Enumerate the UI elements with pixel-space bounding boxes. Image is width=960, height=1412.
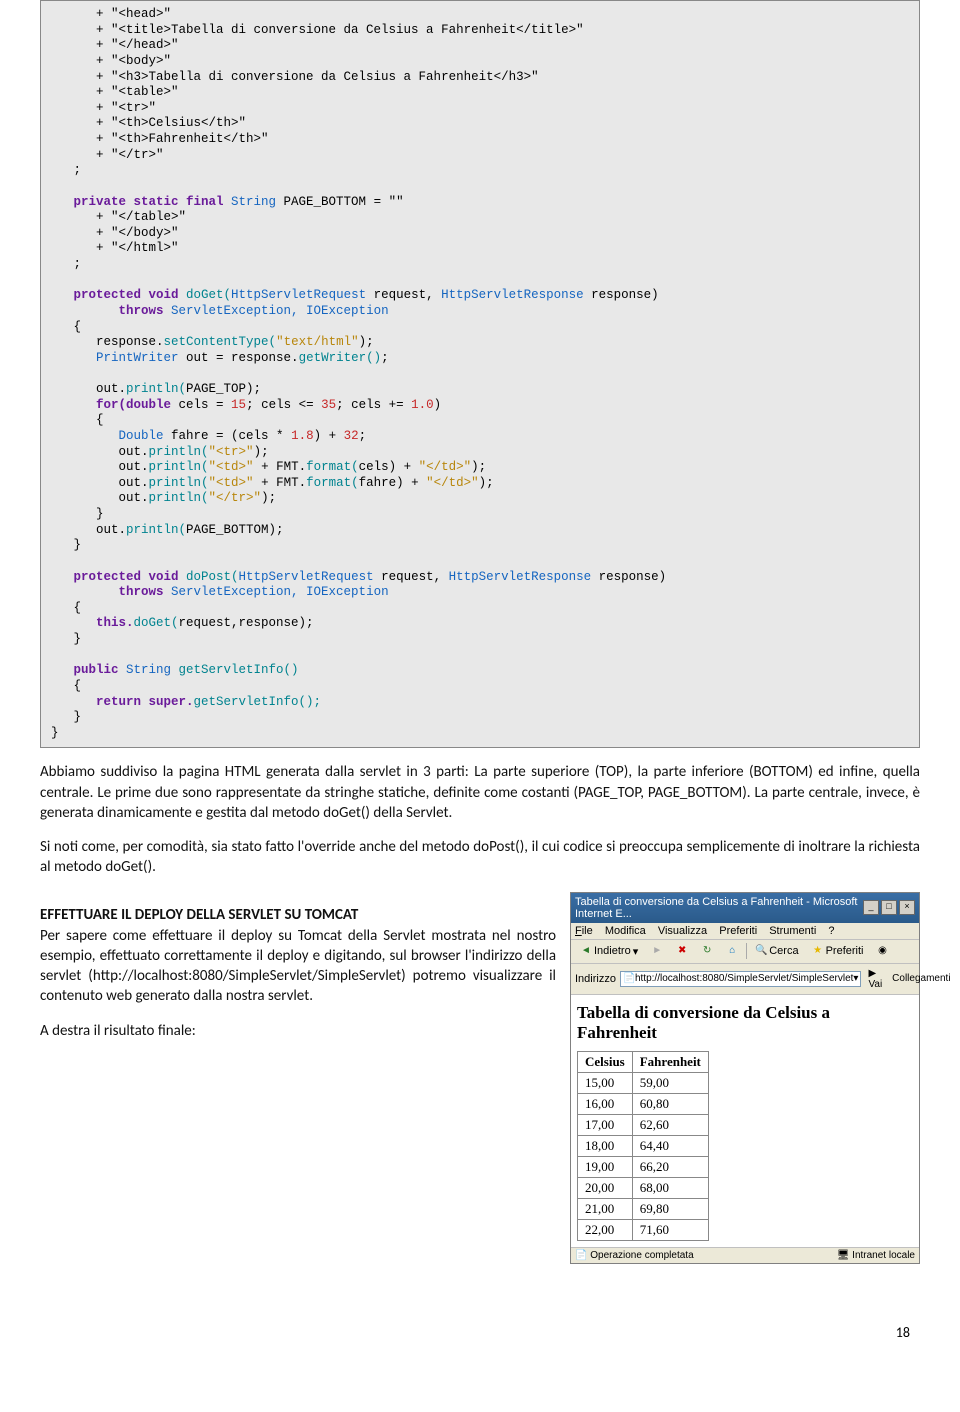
page-icon: 📄 [623, 973, 635, 985]
conversion-table: Celsius Fahrenheit 15,0059,00 16,0060,80… [577, 1051, 709, 1241]
address-bar: Indirizzo 📄http://localhost:8080/SimpleS… [571, 964, 919, 995]
section-heading: EFFETTUARE IL DEPLOY DELLA SERVLET SU TO… [40, 906, 556, 924]
page-number: 18 [40, 1324, 920, 1341]
home-icon: ⌂ [726, 945, 738, 957]
table-row: 22,0071,60 [578, 1219, 709, 1240]
th-celsius: Celsius [578, 1051, 633, 1072]
titlebar: Tabella di conversione da Celsius a Fahr… [571, 893, 919, 923]
menubar: File Modifica Visualizza Preferiti Strum… [571, 923, 919, 940]
menu-edit[interactable]: Modifica [605, 925, 646, 937]
favorites-button[interactable]: ★Preferiti [807, 943, 869, 959]
search-icon: 🔍 [755, 945, 767, 957]
menu-tools[interactable]: Strumenti [769, 925, 816, 937]
table-row: 16,0060,80 [578, 1093, 709, 1114]
back-icon: ◄ [580, 945, 592, 957]
window-title: Tabella di conversione da Celsius a Fahr… [575, 896, 863, 920]
table-row: 20,0068,00 [578, 1177, 709, 1198]
forward-icon: ► [651, 945, 663, 957]
minimize-button[interactable]: _ [863, 900, 879, 915]
table-row: 15,0059,00 [578, 1072, 709, 1093]
table-header-row: Celsius Fahrenheit [578, 1051, 709, 1072]
code-block: + "<head>" + "<title>Tabella di conversi… [40, 0, 920, 748]
menu-file[interactable]: File [575, 925, 593, 937]
menu-view[interactable]: Visualizza [658, 925, 707, 937]
star-icon: ★ [812, 945, 824, 957]
stop-icon: ✖ [676, 945, 688, 957]
browser-content: Tabella di conversione da Celsius a Fahr… [571, 995, 919, 1247]
browser-window: Tabella di conversione da Celsius a Fahr… [570, 892, 920, 1264]
home-button[interactable]: ⌂ [721, 943, 743, 959]
menu-help[interactable]: ? [828, 925, 834, 937]
menu-favorites[interactable]: Preferiti [719, 925, 757, 937]
paragraph-2: Si noti come, per comodità, sia stato fa… [40, 837, 920, 878]
status-right: 🖥 Intranet locale [837, 1250, 915, 1261]
th-fahrenheit: Fahrenheit [632, 1051, 708, 1072]
table-row: 21,0069,80 [578, 1198, 709, 1219]
refresh-button[interactable]: ↻ [696, 943, 718, 959]
status-bar: 📄 Operazione completata 🖥 Intranet local… [571, 1247, 919, 1263]
refresh-icon: ↻ [701, 945, 713, 957]
maximize-button[interactable]: □ [881, 900, 897, 915]
table-row: 19,0066,20 [578, 1156, 709, 1177]
status-left: 📄 Operazione completata [575, 1250, 694, 1261]
page-heading: Tabella di conversione da Celsius a Fahr… [577, 1003, 913, 1043]
paragraph-1: Abbiamo suddiviso la pagina HTML generat… [40, 762, 920, 823]
media-icon: ◉ [876, 945, 888, 957]
forward-button[interactable]: ► [646, 943, 668, 959]
close-button[interactable]: × [899, 900, 915, 915]
address-label: Indirizzo [575, 973, 616, 985]
address-input[interactable]: 📄http://localhost:8080/SimpleServlet/Sim… [620, 971, 861, 987]
table-row: 18,0064,40 [578, 1135, 709, 1156]
table-row: 17,0062,60 [578, 1114, 709, 1135]
paragraph-4: A destra il risultato finale: [40, 1021, 556, 1041]
go-button[interactable]: ▶ Vai [865, 967, 885, 991]
links-button[interactable]: Collegamenti [889, 972, 953, 985]
search-button[interactable]: 🔍Cerca [750, 943, 803, 959]
toolbar: ◄Indietro ▾ ► ✖ ↻ ⌂ 🔍Cerca ★Preferiti ◉ [571, 940, 919, 964]
paragraph-3: Per sapere come effettuare il deploy su … [40, 926, 556, 1007]
media-button[interactable]: ◉ [871, 943, 893, 959]
stop-button[interactable]: ✖ [671, 943, 693, 959]
back-button[interactable]: ◄Indietro ▾ [575, 943, 643, 960]
